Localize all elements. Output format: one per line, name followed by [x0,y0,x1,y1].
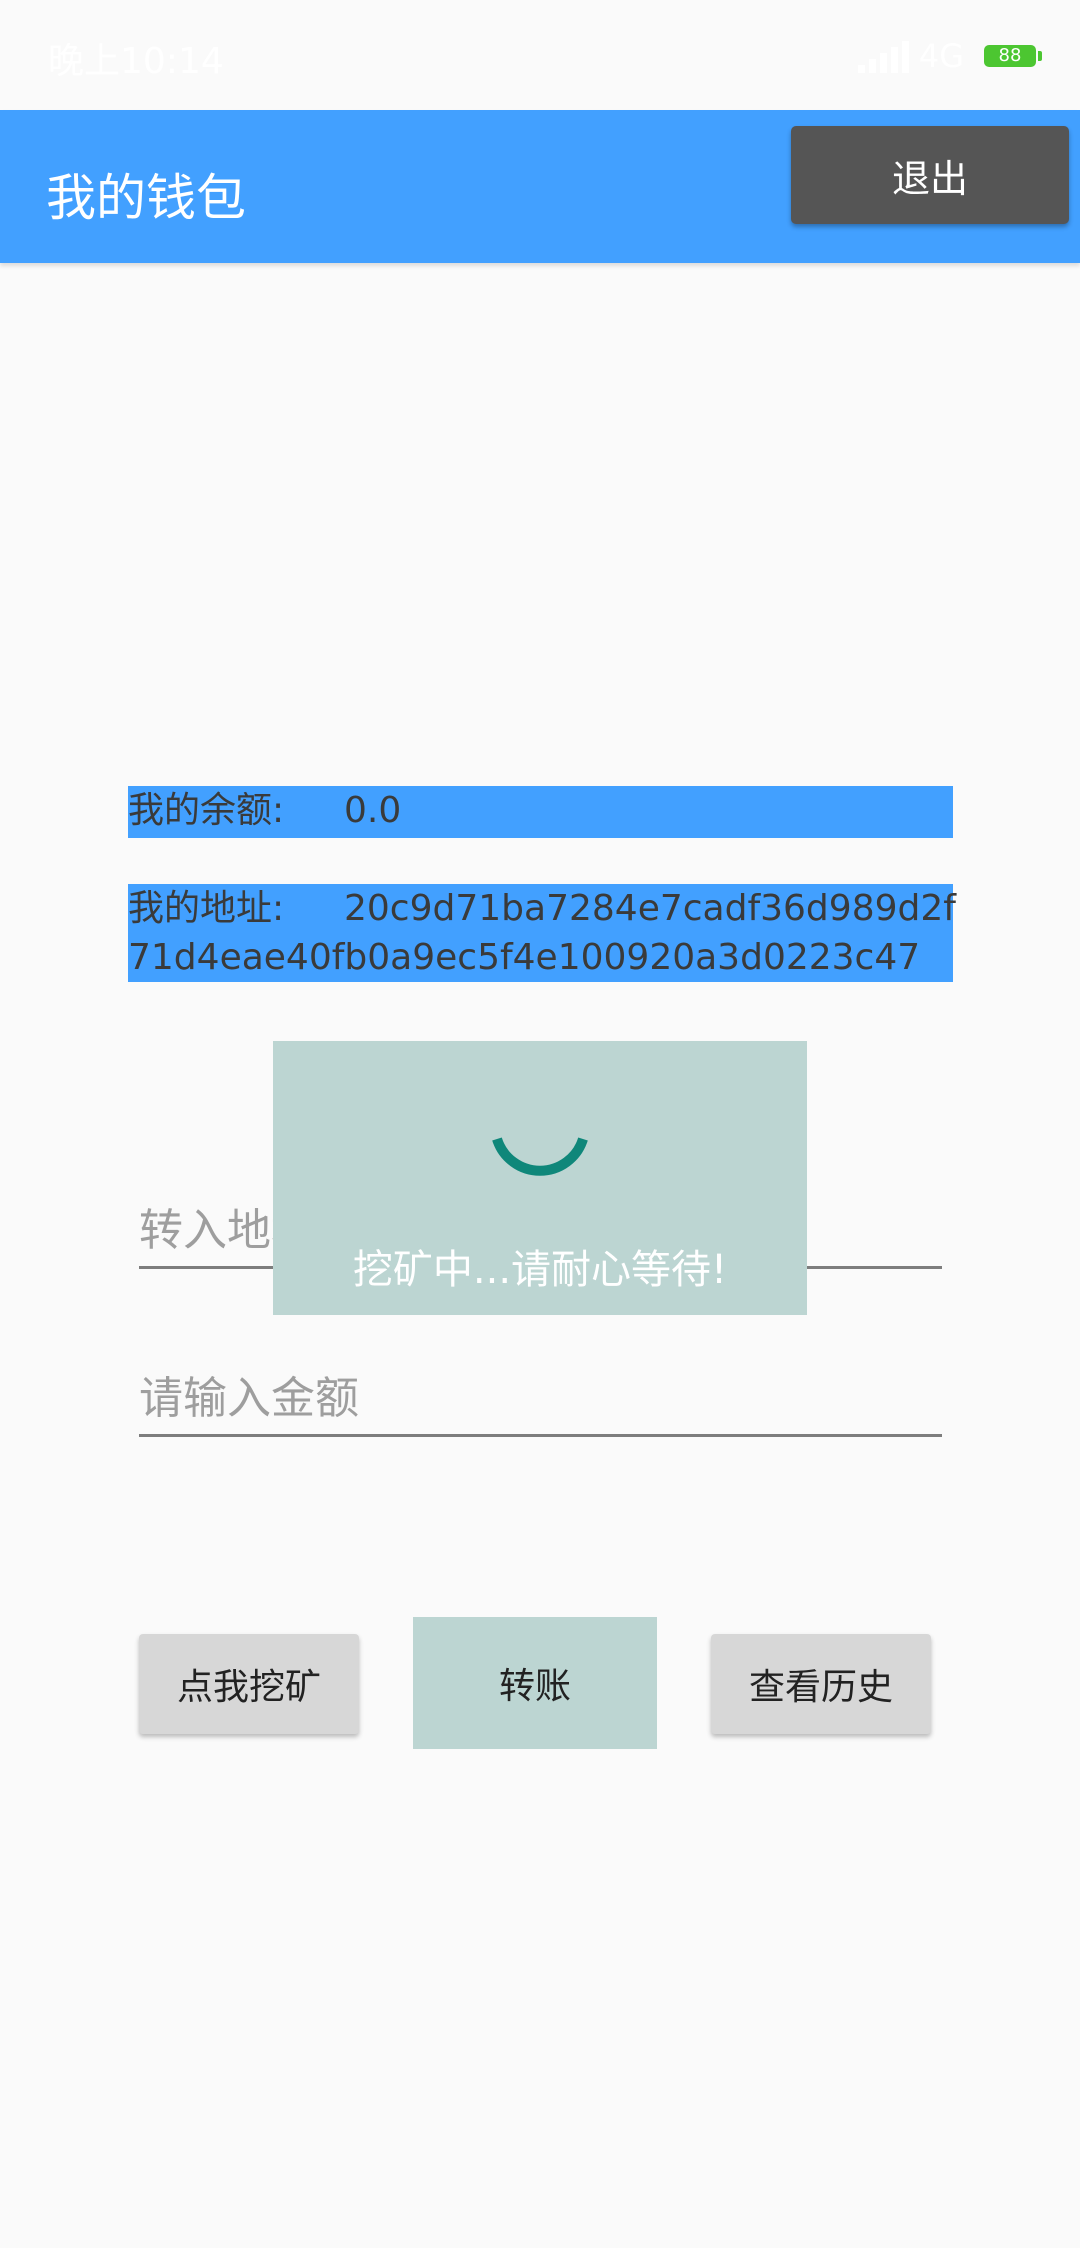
loading-message: 挖矿中...请耐心等待! [352,1247,728,1293]
history-button[interactable]: 查看历史 [711,1634,931,1734]
status-time: 晚上10:14 [48,41,224,82]
balance-label: 我的余额: [128,790,285,831]
address-row: 我的地址: 20c9d71ba7284e7cadf36d989d2f 71d4ea… [128,884,956,982]
network-type: 4G [918,37,964,75]
amount-input[interactable]: 请输入金额 [139,1370,942,1437]
amount-input-placeholder: 请输入金额 [139,1373,359,1424]
status-icons: 4G 88 [857,36,1042,76]
transfer-button[interactable]: 转账 [413,1617,657,1749]
logout-button[interactable]: 退出 [791,126,1069,224]
address-value-line1: 20c9d71ba7284e7cadf36d989d2f [344,888,956,929]
status-bar: 晚上10:14 4G 88 [0,0,1080,110]
signal-icon [857,39,909,73]
loading-dialog: 挖矿中...请耐心等待! [273,1041,807,1315]
balance-value: 0.0 [344,790,402,831]
spinner-icon [492,1137,588,1176]
page-title: 我的钱包 [46,169,246,227]
address-value-line2: 71d4eae40fb0a9ec5f4e100920a3d0223c47 [128,937,921,978]
mine-button[interactable]: 点我挖矿 [139,1634,359,1734]
battery-icon: 88 [984,45,1042,67]
balance-row: 我的余额: 0.0 [128,786,953,838]
address-label: 我的地址: [128,888,285,929]
